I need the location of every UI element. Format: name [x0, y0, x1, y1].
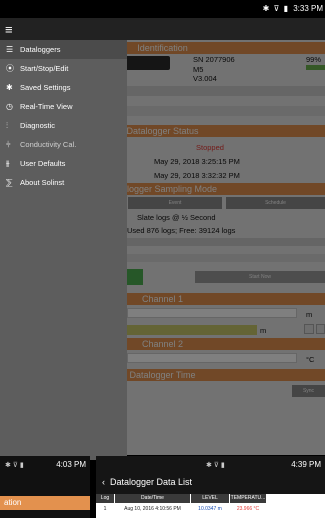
menu-label: About Solinst [20, 178, 65, 187]
app-root: ✱ ⊽ ▮ 3:33 PM ≡ Identification SN 207790… [0, 0, 325, 518]
menu-item-start-stop[interactable]: ⦿ Start/Stop/Edit [0, 59, 127, 78]
table-cell: 23.966 °C [236, 506, 260, 512]
menu-label: Dataloggers [20, 45, 61, 54]
record-icon: ⦿ [6, 64, 14, 73]
conductivity-icon: ⫩ [6, 140, 11, 149]
menu-item-real-time-view[interactable]: ◷ Real-Time View [0, 97, 127, 116]
thumb-section: ation [0, 496, 90, 510]
menu-label: User Defaults [20, 159, 66, 168]
thumb-time: 4:39 PM [291, 460, 321, 469]
menu-label: Conductivity Cal. [20, 140, 77, 149]
about-icon: ⅀ [6, 178, 13, 187]
menu-label: Saved Settings [20, 83, 71, 92]
table-cell: 10.0347 m [198, 506, 222, 512]
menu-item-conductivity-cal[interactable]: ⫩ Conductivity Cal. [0, 135, 127, 154]
table-header: TEMPERATU... [230, 494, 266, 503]
menu-item-about-solinst[interactable]: ⅀ About Solinst [0, 173, 127, 192]
data-list-title-text: Datalogger Data List [110, 477, 193, 487]
table-header: Log [96, 494, 114, 503]
screenshot-thumbnail-right[interactable]: ✱ ⊽ ▮ 4:39 PM ‹ Datalogger Data List Log… [96, 456, 325, 518]
screenshot-thumbnail-left[interactable]: ✱ ⊽ ▮ 4:03 PM ation [0, 456, 90, 518]
status-time: 3:33 PM [293, 4, 323, 13]
table-cell: 1 [103, 506, 107, 512]
menu-label: Real-Time View [20, 102, 73, 111]
hamburger-icon[interactable]: ≡ [5, 22, 13, 37]
table-cell: Aug 10, 2016 4:10:56 PM [124, 506, 181, 512]
menu-item-dataloggers[interactable]: ☰ Dataloggers [0, 40, 127, 59]
diagnostic-icon: ⫶ [6, 121, 8, 130]
data-list-table: Log Date/Time LEVEL TEMPERATU... 1 Aug 1… [96, 494, 325, 518]
navigation-drawer: ☰ Dataloggers ⦿ Start/Stop/Edit ✱ Saved Set… [0, 40, 127, 460]
gear-icon: ✱ [6, 83, 13, 92]
list-icon: ☰ [6, 45, 14, 54]
menu-item-diagnostic[interactable]: ⫶ Diagnostic [0, 116, 127, 135]
menu-item-saved-settings[interactable]: ✱ Saved Settings [0, 78, 127, 97]
thumb-status-icons: ✱ ⊽ ▮ [5, 462, 24, 469]
menu-label: Start/Stop/Edit [20, 64, 69, 73]
status-bar: ✱ ⊽ ▮ 3:33 PM [0, 0, 325, 18]
app-bar: ≡ [0, 18, 325, 40]
thumb-status-icons: ✱ ⊽ ▮ [206, 462, 225, 469]
menu-item-user-defaults[interactable]: ⫵ User Defaults [0, 154, 127, 173]
table-header: LEVEL [191, 494, 229, 503]
status-icons: ✱ ⊽ ▮ [262, 4, 289, 13]
stopwatch-icon: ◷ [6, 102, 13, 111]
table-header: Date/Time [115, 494, 190, 503]
defaults-icon: ⫵ [6, 159, 10, 168]
data-list-title: ‹ Datalogger Data List [102, 477, 193, 487]
thumb-time: 4:03 PM [56, 460, 86, 469]
menu-label: Diagnostic [20, 121, 56, 130]
